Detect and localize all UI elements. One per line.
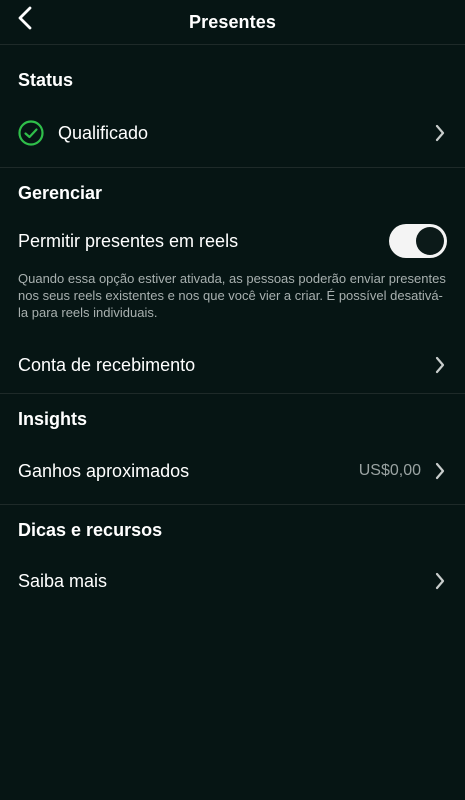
header: Presentes [0, 0, 465, 45]
back-arrow-icon [17, 5, 33, 36]
receiving-account-label: Conta de recebimento [18, 354, 196, 375]
chevron-right-icon [433, 571, 447, 591]
chevron-right-icon [433, 355, 447, 375]
chevron-right-icon [433, 461, 447, 481]
learn-more-label: Saiba mais [18, 570, 108, 591]
insights-heading: Insights [18, 408, 88, 429]
status-row[interactable]: Qualificado [0, 99, 465, 167]
chevron-right-icon [433, 123, 447, 143]
allow-gifts-row: Permitir presentes em reels [0, 212, 465, 270]
back-button[interactable] [10, 4, 40, 36]
allow-gifts-toggle[interactable] [389, 224, 447, 258]
allow-gifts-label: Permitir presentes em reels [18, 230, 239, 251]
toggle-knob [416, 227, 444, 255]
earnings-value: US$0,00 [358, 462, 421, 479]
gifts-screen: Presentes Status Qualificado Gerenciar P… [0, 0, 465, 800]
allow-gifts-description: Quando essa opção estiver ativada, as pe… [18, 271, 446, 320]
tips-heading: Dicas e recursos [18, 519, 163, 540]
earnings-label: Ganhos aproximados [18, 460, 190, 481]
learn-more-row[interactable]: Saiba mais [0, 549, 465, 613]
earnings-row[interactable]: Ganhos aproximados US$0,00 [0, 438, 465, 504]
receiving-account-row[interactable]: Conta de recebimento [0, 337, 465, 393]
check-circle-icon [18, 120, 44, 146]
status-heading: Status [18, 69, 74, 90]
status-value: Qualificado [58, 122, 149, 143]
page-title: Presentes [189, 11, 276, 32]
manage-heading: Gerenciar [18, 182, 103, 203]
